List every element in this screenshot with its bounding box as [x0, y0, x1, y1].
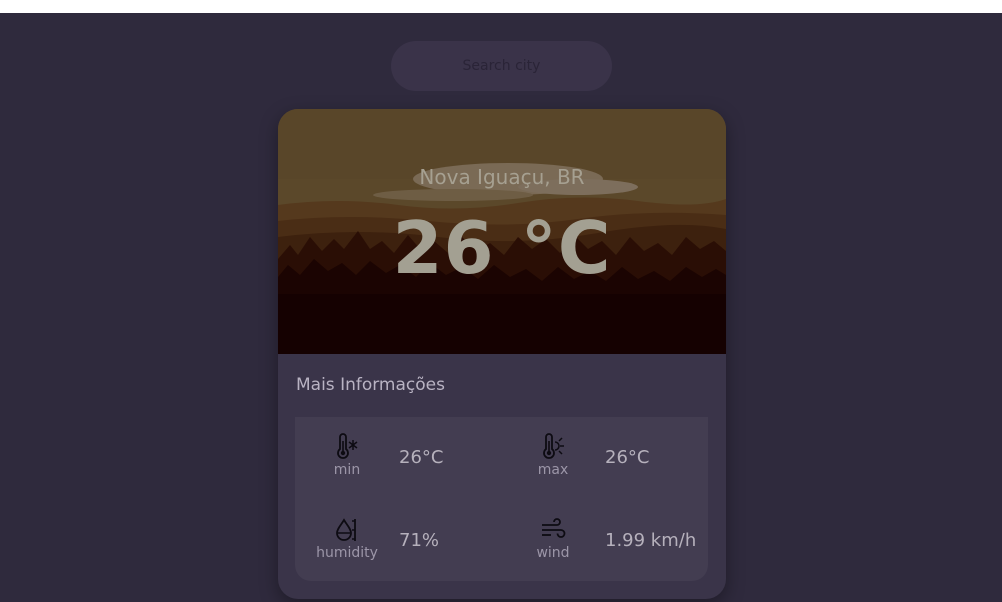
- stat-value: 71%: [399, 530, 440, 551]
- stat-label: min: [333, 462, 361, 478]
- thermometer-sun-icon: [543, 433, 564, 459]
- stat-value: 26°C: [605, 447, 650, 468]
- search-input[interactable]: [391, 40, 612, 92]
- stat-max: max 26°C: [501, 425, 707, 495]
- stat-min: min 26°C: [295, 425, 501, 495]
- stat-value: 1.99 km/h: [605, 530, 697, 551]
- details-title: Mais Informações: [296, 375, 445, 395]
- browser-top-strip: [0, 0, 1002, 13]
- droplet-gauge-icon: [336, 518, 356, 541]
- details-panel: min 26°C max 26°C humidity 71% wind 1.99…: [295, 417, 708, 581]
- stat-wind: wind 1.99 km/h: [501, 508, 707, 578]
- stat-value: 26°C: [399, 447, 444, 468]
- stat-humidity: humidity 71%: [295, 508, 501, 578]
- stat-label: humidity: [316, 545, 378, 561]
- city-name: Nova Iguaçu, BR: [419, 165, 585, 189]
- weather-hero: Nova Iguaçu, BR 26 °C: [278, 109, 726, 354]
- search-bar[interactable]: [391, 40, 612, 92]
- current-temperature: 26 °C: [392, 206, 612, 290]
- stat-label: wind: [536, 545, 570, 561]
- wind-icon: [542, 518, 566, 538]
- stat-label: max: [537, 462, 569, 478]
- thermometer-snowflake-icon: [337, 433, 358, 459]
- weather-card: Nova Iguaçu, BR 26 °C Mais Informações m…: [278, 109, 726, 599]
